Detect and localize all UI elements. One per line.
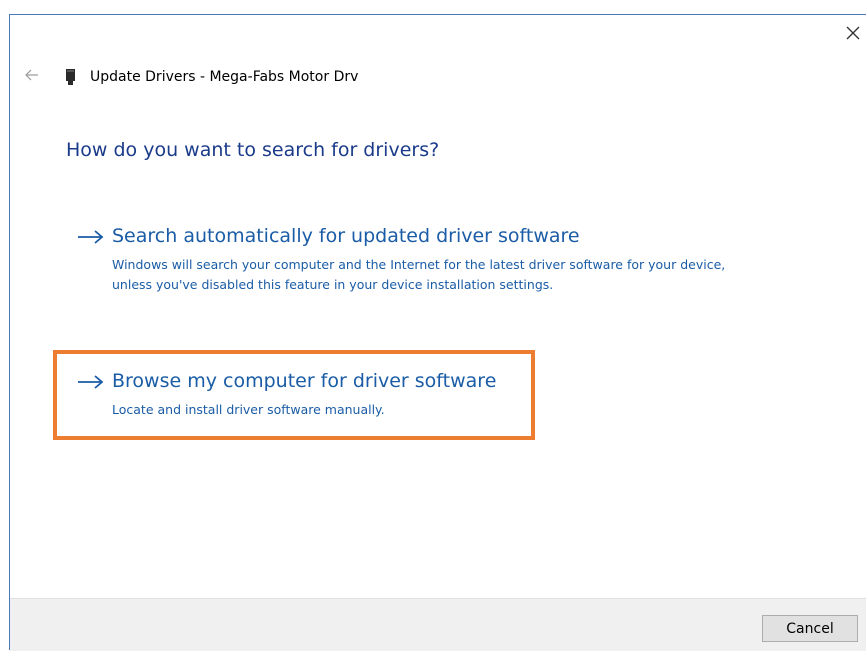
arrow-right-icon xyxy=(78,375,104,389)
back-button[interactable] xyxy=(24,67,40,83)
update-drivers-dialog: Update Drivers - Mega-Fabs Motor Drv How… xyxy=(0,0,866,651)
back-arrow-icon xyxy=(25,69,38,81)
cancel-button[interactable]: Cancel xyxy=(762,615,858,642)
window-border-top xyxy=(9,14,866,15)
browse-computer-description: Locate and install driver software manua… xyxy=(112,402,385,417)
close-button[interactable] xyxy=(840,20,866,46)
browse-computer-title: Browse my computer for driver software xyxy=(112,370,497,392)
search-automatically-description: Windows will search your computer and th… xyxy=(112,257,726,292)
window-title: Update Drivers - Mega-Fabs Motor Drv xyxy=(90,69,359,85)
page-heading: How do you want to search for drivers? xyxy=(66,139,440,161)
close-icon xyxy=(846,26,860,40)
dialog-footer xyxy=(10,598,866,651)
device-icon xyxy=(66,69,75,85)
arrow-right-icon xyxy=(78,230,104,244)
search-automatically-option[interactable]: Search automatically for updated driver … xyxy=(76,225,736,320)
search-automatically-title: Search automatically for updated driver … xyxy=(112,225,580,247)
window-border-left xyxy=(9,14,10,650)
browse-computer-option[interactable]: Browse my computer for driver software L… xyxy=(76,370,526,420)
